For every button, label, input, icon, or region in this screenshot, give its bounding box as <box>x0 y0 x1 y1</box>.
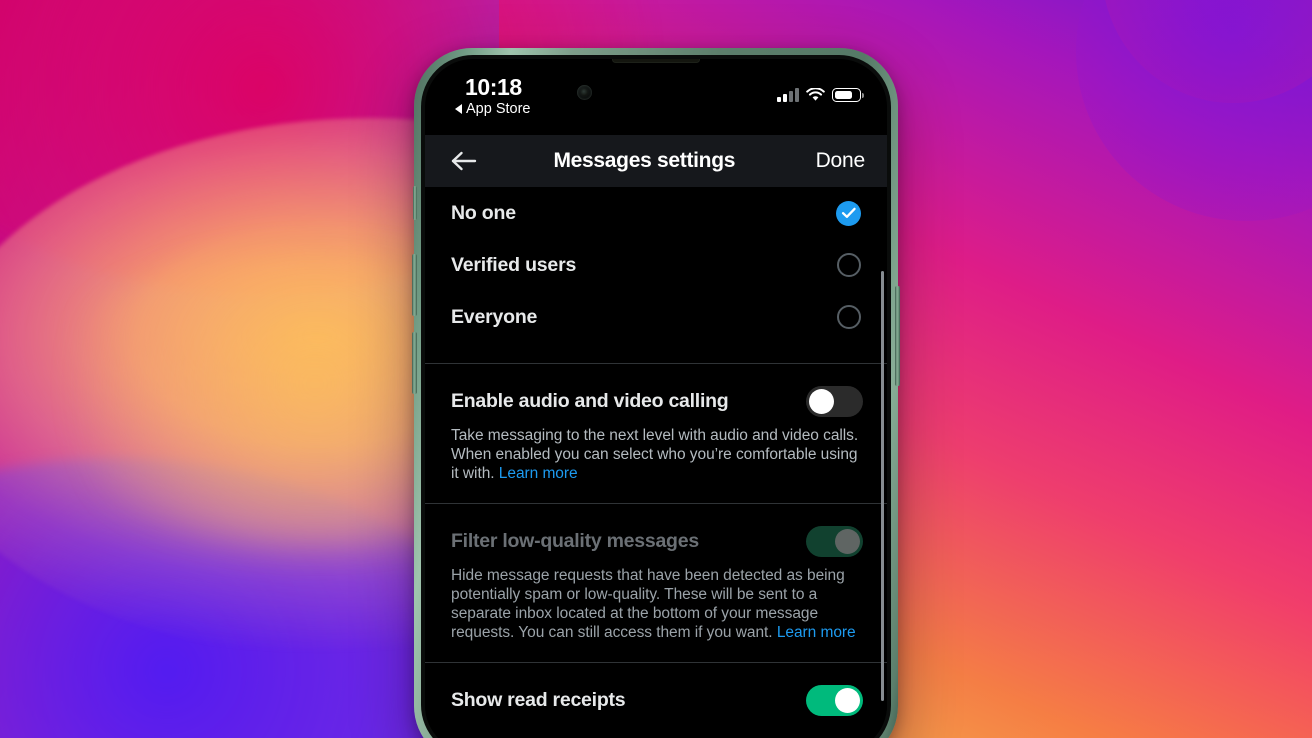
section-description: Take messaging to the next level with au… <box>451 427 863 483</box>
radio-unselected-icon[interactable] <box>837 305 861 329</box>
section-show-read-receipts: Show read receipts <box>425 685 887 717</box>
option-row-no-one[interactable]: No one <box>425 187 887 239</box>
toggle-knob <box>835 529 860 555</box>
learn-more-link[interactable]: Learn more <box>499 465 578 482</box>
earpiece-speaker-icon <box>612 59 700 63</box>
settings-content: No one Verified users Everyone Enable au… <box>425 187 887 738</box>
power-button[interactable] <box>895 286 900 386</box>
notch <box>551 59 761 121</box>
battery-icon <box>832 88 864 102</box>
return-app-label: App Store <box>466 101 531 118</box>
done-button[interactable]: Done <box>816 149 866 173</box>
option-row-everyone[interactable]: Everyone <box>425 291 887 343</box>
section-title: Enable audio and video calling <box>451 390 729 412</box>
radio-unselected-icon[interactable] <box>837 253 861 277</box>
section-title: Filter low-quality messages <box>451 530 699 553</box>
status-time: 10:18 <box>465 74 522 100</box>
status-bar-right <box>777 87 864 102</box>
section-audio-video-calling: Enable audio and video calling Take mess… <box>425 386 887 483</box>
status-bar-left: 10:18 App Store <box>455 75 531 117</box>
page-title: Messages settings <box>553 149 736 172</box>
phone-bezel: 10:18 App Store Messages settings Done N… <box>421 55 891 738</box>
scrollbar[interactable] <box>881 271 884 701</box>
phone-device: 10:18 App Store Messages settings Done N… <box>412 48 900 738</box>
option-label: No one <box>451 201 516 224</box>
front-camera-icon <box>577 85 592 100</box>
volume-up-button[interactable] <box>412 254 417 316</box>
wifi-icon <box>806 88 825 102</box>
section-filter-low-quality-messages: Filter low-quality messages Hide message… <box>425 526 887 642</box>
return-to-app-store-button[interactable]: App Store <box>455 101 531 117</box>
option-label: Everyone <box>451 305 538 328</box>
section-description: Hide message requests that have been det… <box>451 567 863 642</box>
volume-down-button[interactable] <box>412 332 417 394</box>
option-row-verified-users[interactable]: Verified users <box>425 239 887 291</box>
silent-switch[interactable] <box>413 186 417 220</box>
learn-more-link[interactable]: Learn more <box>777 624 856 641</box>
toggle-audio-video-calling[interactable] <box>806 386 863 417</box>
navigation-bar: Messages settings Done <box>425 135 887 187</box>
back-triangle-icon <box>455 104 462 115</box>
option-label: Verified users <box>451 253 577 276</box>
radio-selected-icon[interactable] <box>836 200 861 226</box>
toggle-knob <box>809 389 834 414</box>
phone-screen: 10:18 App Store Messages settings Done N… <box>425 59 887 738</box>
cellular-signal-icon <box>777 87 799 102</box>
toggle-knob <box>835 688 860 714</box>
toggle-filter-low-quality-messages[interactable] <box>806 526 863 558</box>
toggle-show-read-receipts[interactable] <box>806 685 863 717</box>
section-title: Show read receipts <box>451 689 626 712</box>
